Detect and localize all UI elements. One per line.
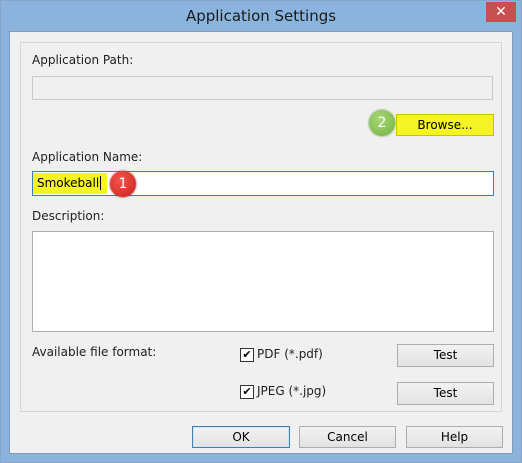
jpeg-test-button[interactable]: Test (397, 382, 494, 405)
settings-window: Application Settings ✕ Application Path:… (0, 0, 522, 463)
close-button[interactable]: ✕ (486, 2, 516, 22)
pdf-checkbox[interactable]: ✔ (240, 348, 254, 362)
browse-button[interactable]: Browse... (396, 114, 494, 136)
dialog-body: Application Path: 2 Browse... Applicatio… (9, 31, 513, 454)
ok-button[interactable]: OK (192, 426, 290, 448)
app-name-value: Smokeball (37, 176, 100, 190)
window-title: Application Settings (185, 7, 337, 25)
step-2-badge: 2 (369, 110, 395, 136)
pdf-format-label: PDF (*.pdf) (257, 347, 323, 361)
jpeg-format-label: JPEG (*.jpg) (257, 384, 327, 398)
app-name-field[interactable]: Smokeball (32, 171, 494, 196)
app-path-label: Application Path: (32, 53, 134, 67)
jpeg-checkbox[interactable]: ✔ (240, 385, 254, 399)
settings-group: Application Path: 2 Browse... Applicatio… (20, 42, 502, 412)
title-bar: Application Settings ✕ (1, 1, 521, 31)
pdf-test-button[interactable]: Test (397, 344, 494, 367)
cancel-button[interactable]: Cancel (299, 426, 396, 448)
help-button[interactable]: Help (406, 426, 503, 448)
description-textarea[interactable] (32, 231, 494, 332)
description-label: Description: (32, 209, 105, 223)
app-path-field[interactable] (32, 76, 493, 100)
app-name-label: Application Name: (32, 150, 143, 164)
file-format-label: Available file format: (32, 345, 157, 359)
step-1-badge: 1 (110, 171, 136, 197)
text-caret (100, 176, 101, 190)
